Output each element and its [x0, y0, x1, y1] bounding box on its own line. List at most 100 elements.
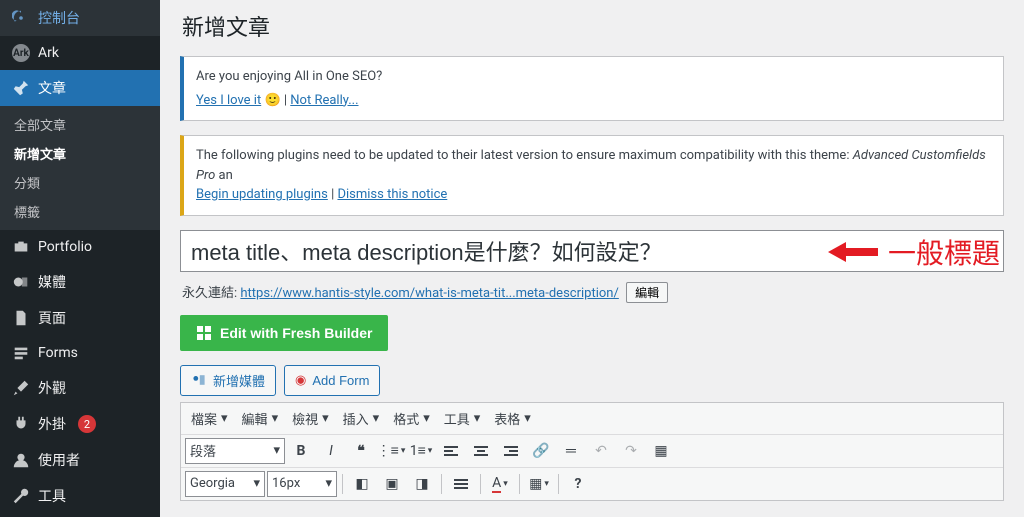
menu-table[interactable]: 表格▾ — [488, 405, 537, 432]
text-color-button[interactable]: A▾ — [486, 470, 514, 498]
forms-icon — [12, 344, 30, 362]
plugin-notice-text: The following plugins need to be updated… — [196, 148, 853, 163]
page-title: 新增文章 — [182, 10, 1004, 42]
update-badge: 2 — [78, 415, 96, 433]
editor-toolbar: 檔案▾ 編輯▾ 檢視▾ 插入▾ 格式▾ 工具▾ 表格▾ 段落▾ B I ❝ ⋮≡… — [180, 402, 1004, 501]
sidebar-item-pages[interactable]: 頁面 — [0, 300, 160, 336]
sidebar-item-appearance[interactable]: 外觀 — [0, 370, 160, 406]
plugin-notice-tail: an — [219, 168, 233, 183]
pin-icon — [12, 79, 30, 97]
sidebar-item-label: 文章 — [38, 78, 66, 98]
blockquote-button[interactable]: ❝ — [347, 437, 375, 465]
menu-tools[interactable]: 工具▾ — [438, 405, 487, 432]
menu-file[interactable]: 檔案▾ — [185, 405, 234, 432]
dismiss-notice-link[interactable]: Dismiss this notice — [337, 187, 447, 202]
menu-format[interactable]: 格式▾ — [387, 405, 436, 432]
permalink-label: 永久連結: — [182, 286, 240, 301]
fresh-builder-label: Edit with Fresh Builder — [220, 325, 372, 341]
more-button[interactable]: ═ — [557, 437, 585, 465]
sidebar-item-dashboard[interactable]: 控制台 — [0, 0, 160, 36]
submenu-new-post[interactable]: 新增文章 — [0, 139, 160, 168]
submenu-categories[interactable]: 分類 — [0, 168, 160, 197]
sidebar-item-label: 外觀 — [38, 378, 66, 398]
grid-icon — [196, 325, 212, 341]
sidebar-item-label: 控制台 — [38, 8, 80, 28]
permalink-url[interactable]: https://www.hantis-style.com/what-is-met… — [240, 286, 618, 301]
main-content: 新增文章 Are you enjoying All in One SEO? Ye… — [160, 0, 1024, 517]
sidebar-item-tools[interactable]: 工具 — [0, 478, 160, 514]
smile-icon: 🙂 — [264, 93, 280, 108]
gauge-icon — [12, 9, 30, 27]
seo-notice-question: Are you enjoying All in One SEO? — [196, 67, 991, 87]
toolbar-format-row2: Georgia▾ 16px▾ ◧ ▣ ◨ A▾ ▦▾ ? — [181, 468, 1003, 500]
align-justify-button[interactable] — [447, 470, 475, 498]
float-left-button[interactable]: ◧ — [348, 470, 376, 498]
sidebar-item-label: 媒體 — [38, 272, 66, 292]
wrench-icon — [12, 487, 30, 505]
plug-icon — [12, 415, 30, 433]
post-title-input[interactable] — [180, 230, 1004, 272]
seo-notice: Are you enjoying All in One SEO? Yes I l… — [180, 56, 1004, 121]
align-center-button[interactable] — [467, 437, 495, 465]
sidebar-item-label: Forms — [38, 345, 78, 361]
permalink-row: 永久連結: https://www.hantis-style.com/what-… — [182, 282, 1002, 303]
add-form-button[interactable]: ◉ Add Form — [284, 365, 380, 396]
seo-notice-yes-link[interactable]: Yes I love it — [196, 93, 261, 108]
sidebar-item-label: Ark — [38, 45, 59, 61]
redo-button[interactable]: ↷ — [617, 437, 645, 465]
page-icon — [12, 309, 30, 327]
toolbar-toggle-button[interactable]: ▦ — [647, 437, 675, 465]
float-center-button[interactable]: ▣ — [378, 470, 406, 498]
help-button[interactable]: ? — [564, 470, 592, 498]
submenu-all-posts[interactable]: 全部文章 — [0, 110, 160, 139]
sidebar-item-plugins[interactable]: 外掛 2 — [0, 406, 160, 442]
link-button[interactable]: 🔗 — [527, 437, 555, 465]
float-right-button[interactable]: ◨ — [408, 470, 436, 498]
menu-insert[interactable]: 插入▾ — [337, 405, 386, 432]
number-list-button[interactable]: 1≡▾ — [407, 437, 435, 465]
admin-sidebar: 控制台 Ark Ark 文章 全部文章 新增文章 分類 標籤 Portfolio… — [0, 0, 160, 517]
media-add-icon — [191, 372, 207, 388]
ark-icon: Ark — [12, 44, 30, 62]
font-family-select[interactable]: Georgia▾ — [185, 471, 265, 497]
toolbar-format-row1: 段落▾ B I ❝ ⋮≡▾ 1≡▾ 🔗 ═ ↶ ↷ ▦ — [181, 435, 1003, 468]
sidebar-item-users[interactable]: 使用者 — [0, 442, 160, 478]
sidebar-item-label: 頁面 — [38, 308, 66, 328]
form-add-icon: ◉ — [295, 372, 306, 388]
bold-button[interactable]: B — [287, 437, 315, 465]
align-right-button[interactable] — [497, 437, 525, 465]
align-left-button[interactable] — [437, 437, 465, 465]
media-icon — [12, 273, 30, 291]
add-media-button[interactable]: 新增媒體 — [180, 365, 276, 396]
begin-updating-link[interactable]: Begin updating plugins — [196, 187, 328, 202]
format-select[interactable]: 段落▾ — [185, 438, 285, 464]
sidebar-submenu: 全部文章 新增文章 分類 標籤 — [0, 106, 160, 230]
sidebar-item-label: Portfolio — [38, 239, 92, 255]
menu-view[interactable]: 檢視▾ — [286, 405, 335, 432]
sidebar-item-media[interactable]: 媒體 — [0, 264, 160, 300]
sidebar-item-forms[interactable]: Forms — [0, 336, 160, 370]
portfolio-icon — [12, 238, 30, 256]
add-media-label: 新增媒體 — [213, 371, 265, 390]
submenu-tags[interactable]: 標籤 — [0, 197, 160, 226]
menu-edit[interactable]: 編輯▾ — [236, 405, 285, 432]
permalink-edit-button[interactable]: 編輯 — [626, 282, 668, 303]
seo-notice-no-link[interactable]: Not Really... — [290, 93, 358, 108]
toolbar-menu-row: 檔案▾ 編輯▾ 檢視▾ 插入▾ 格式▾ 工具▾ 表格▾ — [181, 403, 1003, 435]
italic-button[interactable]: I — [317, 437, 345, 465]
sidebar-item-posts[interactable]: 文章 — [0, 70, 160, 106]
font-size-select[interactable]: 16px▾ — [267, 471, 337, 497]
fresh-builder-button[interactable]: Edit with Fresh Builder — [180, 315, 388, 351]
add-form-label: Add Form — [312, 373, 369, 388]
bullet-list-button[interactable]: ⋮≡▾ — [377, 437, 405, 465]
sidebar-item-label: 外掛 — [38, 414, 66, 434]
brush-icon — [12, 379, 30, 397]
undo-button[interactable]: ↶ — [587, 437, 615, 465]
sidebar-item-ark[interactable]: Ark Ark — [0, 36, 160, 70]
sidebar-item-label: 工具 — [38, 486, 66, 506]
user-icon — [12, 451, 30, 469]
sidebar-item-label: 使用者 — [38, 450, 80, 470]
sidebar-item-portfolio[interactable]: Portfolio — [0, 230, 160, 264]
plugin-update-notice: The following plugins need to be updated… — [180, 135, 1004, 216]
table-button[interactable]: ▦▾ — [525, 470, 553, 498]
